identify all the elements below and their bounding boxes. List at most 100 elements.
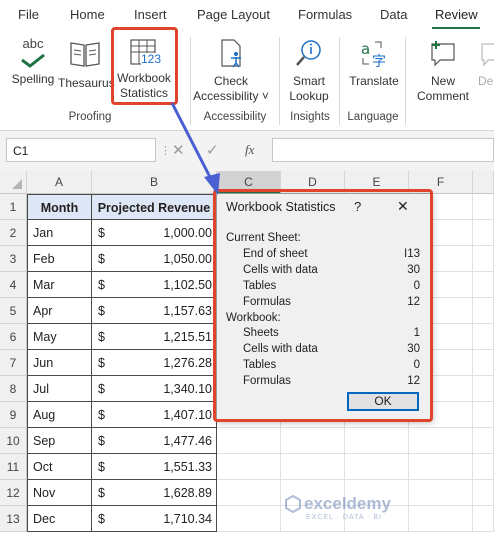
revenue-cell[interactable]: $1,628.89 (92, 480, 217, 506)
column-header-g[interactable] (473, 171, 494, 194)
empty-cell[interactable] (473, 454, 494, 480)
empty-cell[interactable] (473, 402, 494, 428)
month-cell[interactable]: Oct (27, 454, 92, 480)
active-tab-indicator (432, 27, 480, 29)
tab-review[interactable]: Review (435, 7, 478, 22)
row-header[interactable]: 10 (0, 428, 27, 454)
row-header[interactable]: 7 (0, 350, 27, 376)
insert-function-icon[interactable]: fx (245, 142, 254, 158)
empty-cell[interactable] (345, 454, 409, 480)
empty-cell[interactable] (409, 454, 473, 480)
revenue-cell[interactable]: $1,276.28 (92, 350, 217, 376)
revenue-cell[interactable]: $1,710.34 (92, 506, 217, 532)
exceldemy-watermark: exceldemy EXCEL · DATA · BI (284, 494, 391, 521)
month-cell[interactable]: Nov (27, 480, 92, 506)
month-cell[interactable]: Jun (27, 350, 92, 376)
revenue-cell[interactable]: $1,215.51 (92, 324, 217, 350)
smart-lookup-button[interactable]: Smart Lookup (282, 38, 336, 104)
empty-cell[interactable] (473, 220, 494, 246)
new-comment-icon (431, 41, 455, 67)
empty-cell[interactable] (409, 428, 473, 454)
empty-cell[interactable] (217, 480, 281, 506)
tab-page-layout[interactable]: Page Layout (197, 7, 270, 22)
month-cell[interactable]: Mar (27, 272, 92, 298)
empty-cell[interactable] (409, 480, 473, 506)
month-cell[interactable]: Jul (27, 376, 92, 402)
row-header[interactable]: 2 (0, 220, 27, 246)
empty-cell[interactable] (217, 428, 281, 454)
currency-symbol: $ (98, 330, 105, 344)
empty-cell[interactable] (473, 480, 494, 506)
empty-cell[interactable] (217, 454, 281, 480)
empty-cell[interactable] (473, 194, 494, 220)
row-header[interactable]: 4 (0, 272, 27, 298)
month-cell[interactable]: Sep (27, 428, 92, 454)
empty-cell[interactable] (281, 428, 345, 454)
tab-home[interactable]: Home (70, 7, 105, 22)
check-accessibility-label-1: Check (213, 74, 248, 88)
revenue-cell[interactable]: $1,157.63 (92, 298, 217, 324)
empty-cell[interactable] (473, 272, 494, 298)
month-cell[interactable]: Jan (27, 220, 92, 246)
translate-button[interactable]: a 字 Translate (344, 38, 404, 89)
empty-cell[interactable] (473, 428, 494, 454)
empty-cell[interactable] (409, 506, 473, 532)
row-header[interactable]: 11 (0, 454, 27, 480)
month-cell[interactable]: Feb (27, 246, 92, 272)
currency-symbol: $ (98, 408, 105, 422)
row-header[interactable]: 9 (0, 402, 27, 428)
new-comment-button[interactable]: New Comment (410, 38, 476, 104)
empty-cell[interactable] (217, 506, 281, 532)
empty-cell[interactable] (345, 428, 409, 454)
group-label-language: Language (347, 111, 399, 123)
empty-cell[interactable] (473, 376, 494, 402)
group-label-proofing: Proofing (68, 111, 112, 123)
currency-symbol: $ (98, 226, 105, 240)
row-header[interactable]: 13 (0, 506, 27, 532)
column-header-a[interactable]: A (27, 171, 92, 194)
empty-cell[interactable] (473, 350, 494, 376)
header-cell-month[interactable]: Month (27, 194, 92, 220)
svg-text:字: 字 (372, 54, 386, 68)
spelling-label: Spelling (11, 72, 55, 86)
divider (339, 37, 340, 125)
book-icon (70, 42, 100, 67)
currency-symbol: $ (98, 460, 105, 474)
empty-cell[interactable] (473, 298, 494, 324)
translate-icon: a 字 (361, 40, 386, 70)
revenue-cell[interactable]: $1,340.10 (92, 376, 217, 402)
revenue-cell[interactable]: $1,050.00 (92, 246, 217, 272)
revenue-value: 1,215.51 (163, 330, 212, 344)
row-header[interactable]: 1 (0, 194, 27, 220)
month-cell[interactable]: Apr (27, 298, 92, 324)
empty-cell[interactable] (473, 246, 494, 272)
row-header[interactable]: 12 (0, 480, 27, 506)
tab-formulas[interactable]: Formulas (298, 7, 352, 22)
revenue-cell[interactable]: $1,477.46 (92, 428, 217, 454)
month-cell[interactable]: Dec (27, 506, 92, 532)
empty-cell[interactable] (281, 454, 345, 480)
month-cell[interactable]: May (27, 324, 92, 350)
row-header[interactable]: 3 (0, 246, 27, 272)
spelling-icon: abc (8, 36, 58, 70)
row-header[interactable]: 8 (0, 376, 27, 402)
revenue-cell[interactable]: $1,102.50 (92, 272, 217, 298)
revenue-cell[interactable]: $1,407.10 (92, 402, 217, 428)
formula-input[interactable] (272, 138, 494, 162)
spelling-button[interactable]: abc Spelling (8, 36, 58, 87)
row-header[interactable]: 5 (0, 298, 27, 324)
tab-file[interactable]: File (18, 7, 39, 22)
revenue-cell[interactable]: $1,000.00 (92, 220, 217, 246)
name-box[interactable]: C1 (6, 138, 156, 162)
tab-data[interactable]: Data (380, 7, 407, 22)
empty-cell[interactable] (473, 324, 494, 350)
delete-comment-button[interactable]: Del (476, 38, 494, 89)
month-cell[interactable]: Aug (27, 402, 92, 428)
revenue-cell[interactable]: $1,551.33 (92, 454, 217, 480)
empty-cell[interactable] (473, 506, 494, 532)
select-all-corner[interactable] (0, 171, 27, 194)
tab-insert[interactable]: Insert (134, 7, 167, 22)
row-header[interactable]: 6 (0, 324, 27, 350)
currency-symbol: $ (98, 356, 105, 370)
thesaurus-button[interactable]: Thesaurus (58, 38, 115, 91)
